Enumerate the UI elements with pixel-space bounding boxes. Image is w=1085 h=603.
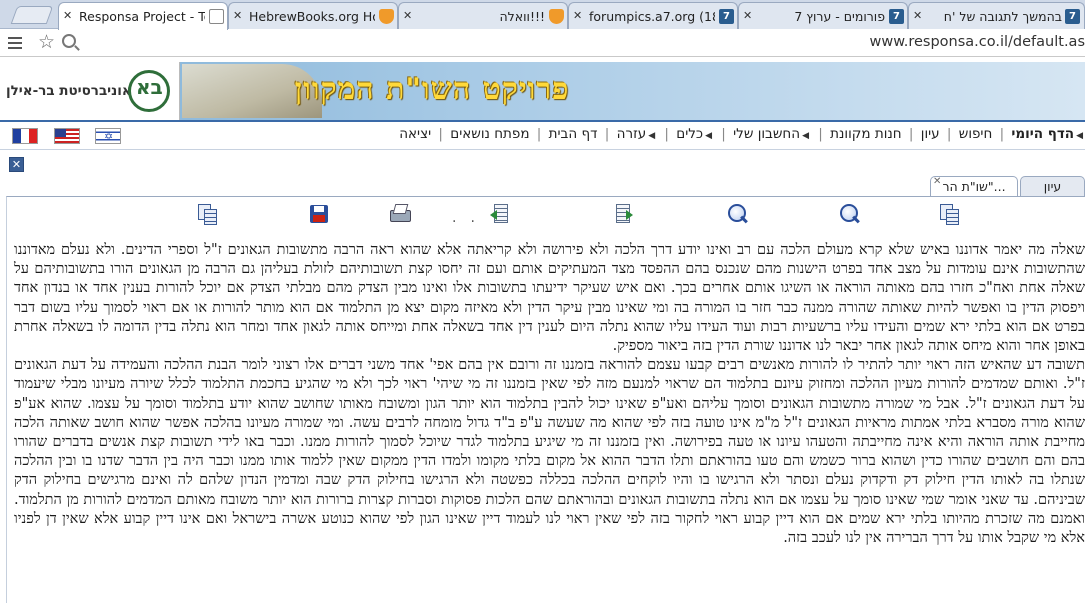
close-tab-icon[interactable]: ✕ (233, 9, 242, 22)
nav-separator: | (908, 126, 914, 142)
copy-text-icon[interactable] (938, 203, 960, 225)
save-icon[interactable] (310, 205, 328, 223)
zoom-out-icon[interactable] (726, 203, 748, 225)
tab-title: HebrewBooks.org Hom (249, 9, 375, 24)
browser-tab-reply[interactable]: ✕ בהמשך לתגובה של 'ח 7 (908, 2, 1085, 29)
nav-item-store[interactable]: חנות מקוונת (830, 126, 901, 142)
tab-title: !!!וואלה (499, 9, 545, 24)
us-flag-icon[interactable] (54, 128, 80, 144)
tab-browse[interactable]: עיון (1020, 176, 1085, 196)
close-panel-icon[interactable]: ✕ (9, 157, 24, 172)
nav-separator: | (664, 126, 669, 142)
browser-tab-responsa[interactable]: ✕ Responsa Project - Tor (58, 2, 228, 30)
nav-separator: | (946, 126, 952, 142)
tab-label: שו"ת הר"... (942, 179, 1006, 194)
seven-icon: 7 (1065, 9, 1080, 24)
university-logo[interactable]: אוניברסיטת בר-אילן (0, 62, 180, 120)
tab-title: Responsa Project - Tor (79, 9, 205, 24)
close-tab-icon[interactable]: ✕ (63, 9, 72, 22)
tab-label: עיון (1043, 179, 1062, 194)
menu-icon[interactable] (8, 37, 22, 49)
close-tab-icon[interactable]: ✕ (933, 177, 941, 191)
nav-separator: | (999, 126, 1005, 142)
browser-tab-forums[interactable]: ✕ פורומים - ערוץ 7 7 (738, 2, 908, 29)
nav-item-browse[interactable]: עיון (921, 126, 940, 142)
print-icon[interactable] (388, 203, 411, 225)
answer-paragraph: תשובה דע שהאיש הזה ראוי יותר להתיר לו לה… (14, 357, 1085, 547)
shield-icon (379, 9, 394, 24)
nav-item-topics[interactable]: מפתח נושאים (450, 126, 529, 142)
seven-icon: 7 (889, 9, 904, 24)
address-bar: ☆ www.responsa.co.il/default.as (0, 29, 1085, 57)
copy-icon[interactable] (196, 203, 218, 225)
chevron-icon: ◀ (705, 131, 712, 141)
chevron-icon: ◀ (802, 131, 809, 141)
nav-separator: | (721, 126, 726, 142)
separator-dots: ·· (452, 214, 489, 230)
nav-menu: ◀הדף היומי | חיפוש | עיון | חנות מקוונת … (389, 126, 1085, 142)
israel-flag-icon[interactable] (95, 128, 121, 144)
browser-tab-walla[interactable]: ✕ !!!וואלה (398, 2, 568, 29)
nav-item-account[interactable]: החשבון שלי (733, 126, 800, 142)
bookmark-star-icon[interactable]: ☆ (38, 31, 55, 53)
french-flag-icon[interactable] (12, 128, 38, 144)
chevron-icon: ◀ (1076, 131, 1083, 141)
nav-separator: | (438, 126, 443, 142)
shield-icon (549, 9, 564, 24)
tab-title: פורומים - ערוץ 7 (794, 9, 885, 24)
close-tab-icon[interactable]: ✕ (573, 9, 582, 22)
seven-icon: 7 (719, 9, 734, 24)
next-page-icon[interactable] (612, 203, 633, 225)
question-paragraph: שאלה מה יאמר אדוננו באיש שלא קרא מעולם ה… (14, 242, 1085, 355)
url-field[interactable]: www.responsa.co.il/default.as (870, 34, 1085, 50)
nav-item-home[interactable]: דף הבית (549, 126, 598, 142)
tab-responsa-document[interactable]: ✕ שו"ת הר"... (930, 176, 1018, 196)
browser-tab-hebrewbooks[interactable]: ✕ HebrewBooks.org Hom (228, 2, 398, 29)
close-tab-icon[interactable]: ✕ (913, 9, 922, 22)
close-tab-icon[interactable]: ✕ (403, 9, 412, 22)
nav-item-exit[interactable]: יציאה (399, 126, 431, 142)
logo-text: אוניברסיטת בר-אילן (6, 83, 132, 99)
nav-item-daf-yomi[interactable]: הדף היומי (1011, 126, 1074, 142)
nav-separator: | (604, 126, 610, 142)
zoom-in-icon[interactable] (838, 203, 860, 225)
browser-tab-strip: ✕ Responsa Project - Tor ✕ HebrewBooks.o… (0, 0, 1085, 30)
bar-ilan-logo-icon (128, 70, 170, 112)
chevron-icon: ◀ (648, 131, 656, 141)
responsa-text: שאלה מה יאמר אדוננו באיש שלא קרא מעולם ה… (14, 241, 1085, 548)
nav-item-help[interactable]: עזרה (617, 126, 647, 142)
site-title: פרויקט השו"ת המקוון (294, 72, 570, 107)
doc-icon (209, 9, 224, 24)
close-tab-icon[interactable]: ✕ (743, 9, 752, 22)
main-nav: ◀הדף היומי | חיפוש | עיון | חנות מקוונת … (0, 122, 1085, 150)
prev-page-icon[interactable] (490, 203, 510, 225)
nav-item-search[interactable]: חיפוש (959, 126, 993, 142)
tab-title: forumpics.a7.org (184 (589, 9, 715, 24)
nav-item-tools[interactable]: כלים (676, 126, 703, 142)
browser-tab-forumpics[interactable]: ✕ forumpics.a7.org (184 7 (568, 2, 738, 29)
nav-separator: | (818, 126, 823, 142)
tab-title: בהמשך לתגובה של 'ח (943, 9, 1062, 24)
nav-separator: | (536, 126, 542, 142)
zoom-icon[interactable] (62, 34, 76, 48)
new-tab-button[interactable] (10, 6, 54, 24)
